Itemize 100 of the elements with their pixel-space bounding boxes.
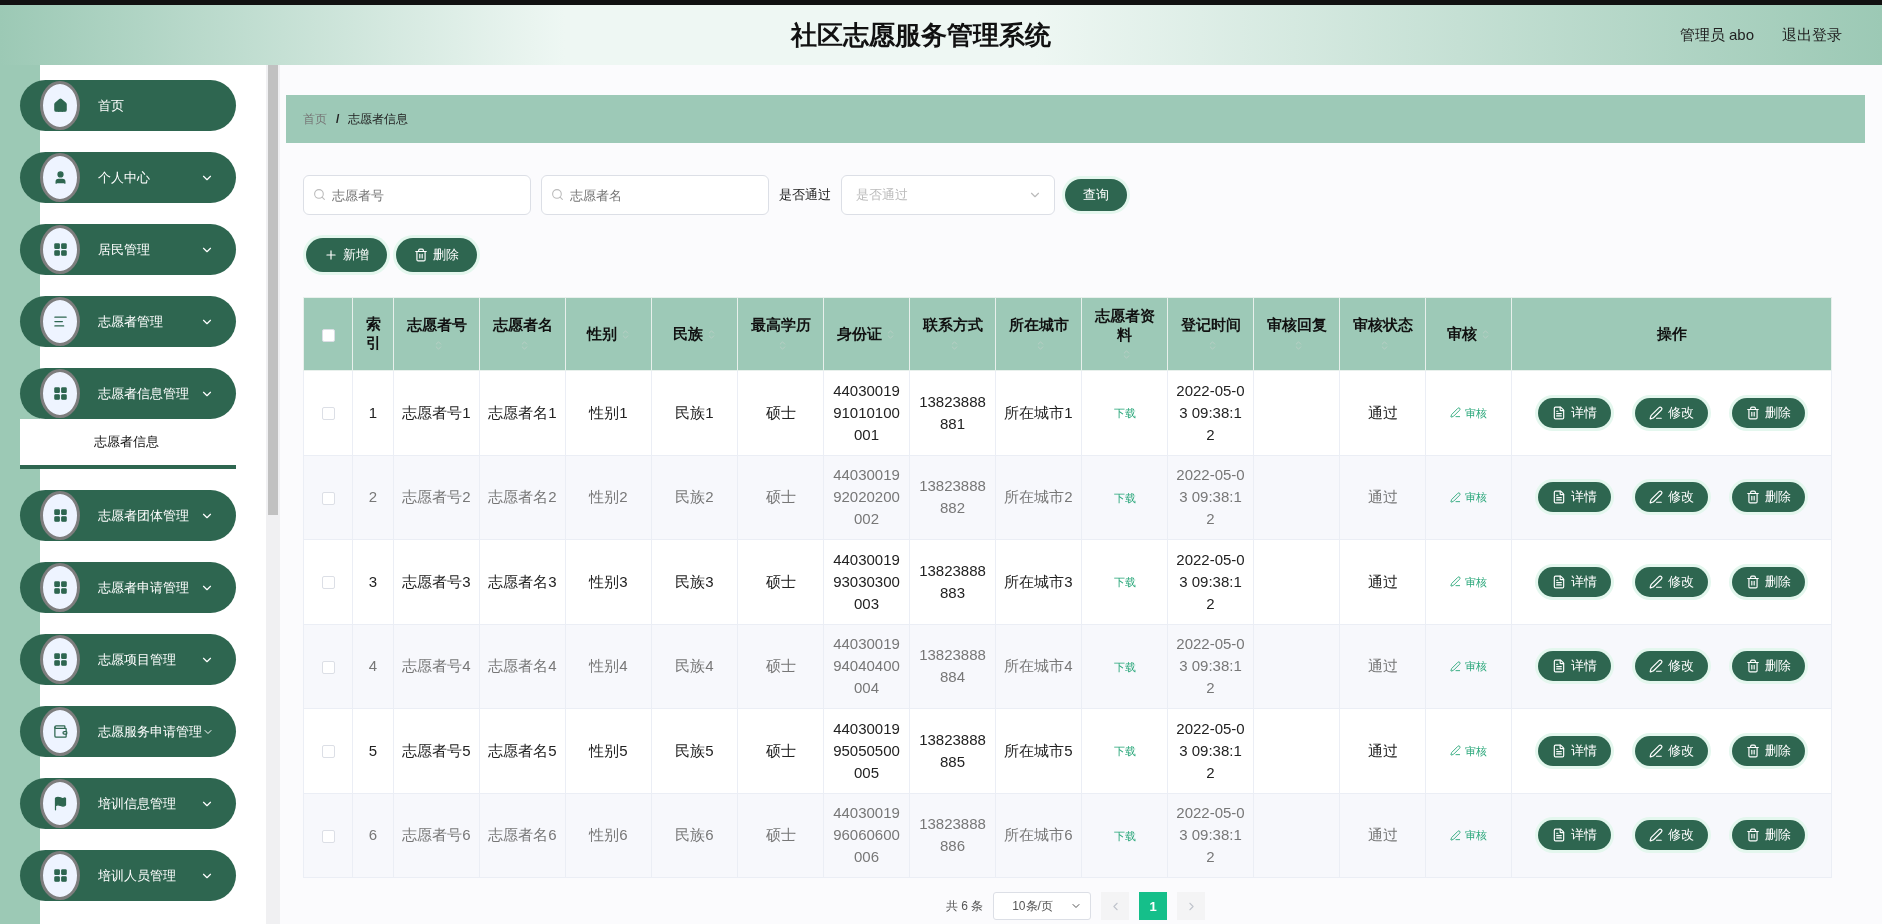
action-button[interactable]: 修改	[1635, 820, 1708, 851]
sidebar-item[interactable]: 志愿项目管理	[20, 634, 236, 685]
action-button[interactable]: 修改	[1635, 651, 1708, 682]
sidebar-item[interactable]: 首页	[20, 80, 236, 131]
column-header[interactable]: 审核回复	[1266, 316, 1327, 336]
sidebar-item[interactable]: 个人中心	[20, 152, 236, 203]
list-icon	[52, 314, 68, 329]
search-field[interactable]: 志愿者号	[303, 175, 531, 215]
toolbar-button[interactable]: 删除	[396, 238, 477, 272]
trash-icon	[414, 248, 428, 262]
action-button[interactable]: 详情	[1538, 566, 1611, 597]
toolbar-button[interactable]: 新增	[306, 238, 387, 272]
app-title: 社区志愿服务管理系统	[791, 18, 1051, 52]
scrollbar[interactable]	[266, 65, 280, 924]
table-cell: 通过	[1367, 572, 1398, 590]
table-cell: 所在城市2	[1004, 488, 1073, 506]
table-cell: 4403001991010100001	[833, 381, 900, 443]
table-cell: 民族1	[675, 403, 714, 421]
table-cell: 通过	[1367, 488, 1398, 506]
sidebar-item[interactable]: 居民管理	[20, 224, 236, 275]
user-name[interactable]: 管理员 abo	[1679, 25, 1754, 45]
sidebar-item[interactable]: 培训信息管理	[20, 778, 236, 829]
column-header[interactable]: 志愿者号	[406, 316, 467, 336]
total-count: 共 6 条	[945, 897, 984, 915]
action-button[interactable]: 修改	[1635, 735, 1708, 766]
page-size-select[interactable]: 10条/页	[993, 892, 1092, 920]
action-button[interactable]: 详情	[1538, 651, 1611, 682]
table-cell: 2022-05-03 09:38:12	[1176, 381, 1245, 443]
table-cell: 志愿者号2	[402, 488, 471, 506]
column-header[interactable]: 志愿者名	[492, 316, 553, 336]
table-cell: 志愿者名3	[488, 572, 557, 590]
table-cell: 民族2	[675, 488, 714, 506]
column-header[interactable]: 审核状态	[1352, 316, 1413, 336]
action-button[interactable]: 修改	[1635, 397, 1708, 428]
table-cell: 硕士	[765, 741, 796, 759]
action-button[interactable]: 删除	[1732, 651, 1805, 682]
column-header[interactable]: 身份证	[837, 324, 882, 344]
column-header[interactable]: 登记时间	[1180, 316, 1241, 336]
action-button[interactable]: 详情	[1538, 482, 1611, 513]
action-button[interactable]: 删除	[1732, 735, 1805, 766]
row-checkbox[interactable]	[321, 745, 335, 759]
document-icon	[1552, 828, 1566, 843]
table-cell: 志愿者号5	[402, 741, 471, 759]
table-cell: 性别5	[589, 741, 628, 759]
table-cell: 硕士	[765, 572, 796, 590]
document-icon	[1552, 405, 1566, 420]
sidebar-item[interactable]: 志愿者团体管理	[20, 490, 236, 541]
logout-link[interactable]: 退出登录	[1782, 25, 1842, 45]
table-cell: 民族3	[675, 572, 714, 590]
row-checkbox[interactable]	[321, 660, 335, 674]
column-header[interactable]: 联系方式	[922, 316, 983, 336]
pen-icon	[1450, 491, 1461, 503]
table-cell: 志愿者名5	[488, 741, 557, 759]
row-checkbox[interactable]	[321, 491, 335, 505]
table-cell: 硕士	[765, 488, 796, 506]
table-cell: 通过	[1367, 741, 1398, 759]
action-button[interactable]: 删除	[1732, 566, 1805, 597]
table-cell: 2022-05-03 09:38:12	[1176, 550, 1245, 612]
table-cell: 2022-05-03 09:38:12	[1176, 635, 1245, 697]
table-cell: 13823888881	[919, 392, 986, 432]
sidebar-item[interactable]: 志愿者管理	[20, 296, 236, 347]
action-button[interactable]: 删除	[1732, 820, 1805, 851]
table-cell: 性别4	[589, 657, 628, 675]
action-button[interactable]: 删除	[1732, 482, 1805, 513]
pen-icon	[1450, 407, 1461, 418]
action-button[interactable]: 详情	[1538, 735, 1611, 766]
sidebar-item[interactable]: 志愿者信息管理	[20, 368, 236, 419]
table-cell: 4403001993030300003	[833, 550, 900, 612]
column-header[interactable]: 审核	[1446, 324, 1477, 344]
column-header: 操作	[1656, 324, 1687, 344]
sidebar-item[interactable]: 志愿者申请管理	[20, 562, 236, 613]
sidebar-item[interactable]: 志愿服务申请管理	[20, 706, 236, 757]
table-cell: 志愿者名1	[488, 403, 557, 421]
action-button[interactable]: 详情	[1538, 820, 1611, 851]
column-header[interactable]: 民族	[672, 324, 703, 344]
action-button[interactable]: 修改	[1635, 566, 1708, 597]
row-checkbox[interactable]	[321, 829, 335, 843]
table-cell: 2	[368, 488, 378, 506]
table-cell: 所在城市6	[1004, 826, 1073, 844]
column-header[interactable]: 所在城市	[1008, 316, 1069, 336]
trash-icon	[1746, 490, 1760, 505]
action-button[interactable]: 详情	[1538, 397, 1611, 428]
sidebar-item[interactable]: 培训人员管理	[20, 850, 236, 901]
search-button[interactable]: 查询	[1065, 179, 1127, 211]
select-all-checkbox[interactable]	[321, 329, 335, 343]
action-button[interactable]: 修改	[1635, 482, 1708, 513]
pen-icon	[1450, 576, 1461, 587]
search-field[interactable]: 志愿者名	[541, 175, 769, 215]
table-cell: 通过	[1367, 657, 1398, 675]
row-checkbox[interactable]	[321, 576, 335, 590]
column-header[interactable]: 最高学历	[750, 316, 811, 336]
wallet-icon	[52, 724, 68, 739]
column-header[interactable]: 性别	[586, 324, 617, 344]
search-icon	[313, 188, 326, 201]
table-cell: 6	[368, 826, 378, 844]
grid-icon	[52, 580, 68, 595]
row-checkbox[interactable]	[321, 407, 335, 421]
action-button[interactable]: 删除	[1732, 397, 1805, 428]
table-cell: 2022-05-03 09:38:12	[1176, 719, 1245, 781]
submenu-item[interactable]: 志愿者信息	[20, 419, 236, 469]
